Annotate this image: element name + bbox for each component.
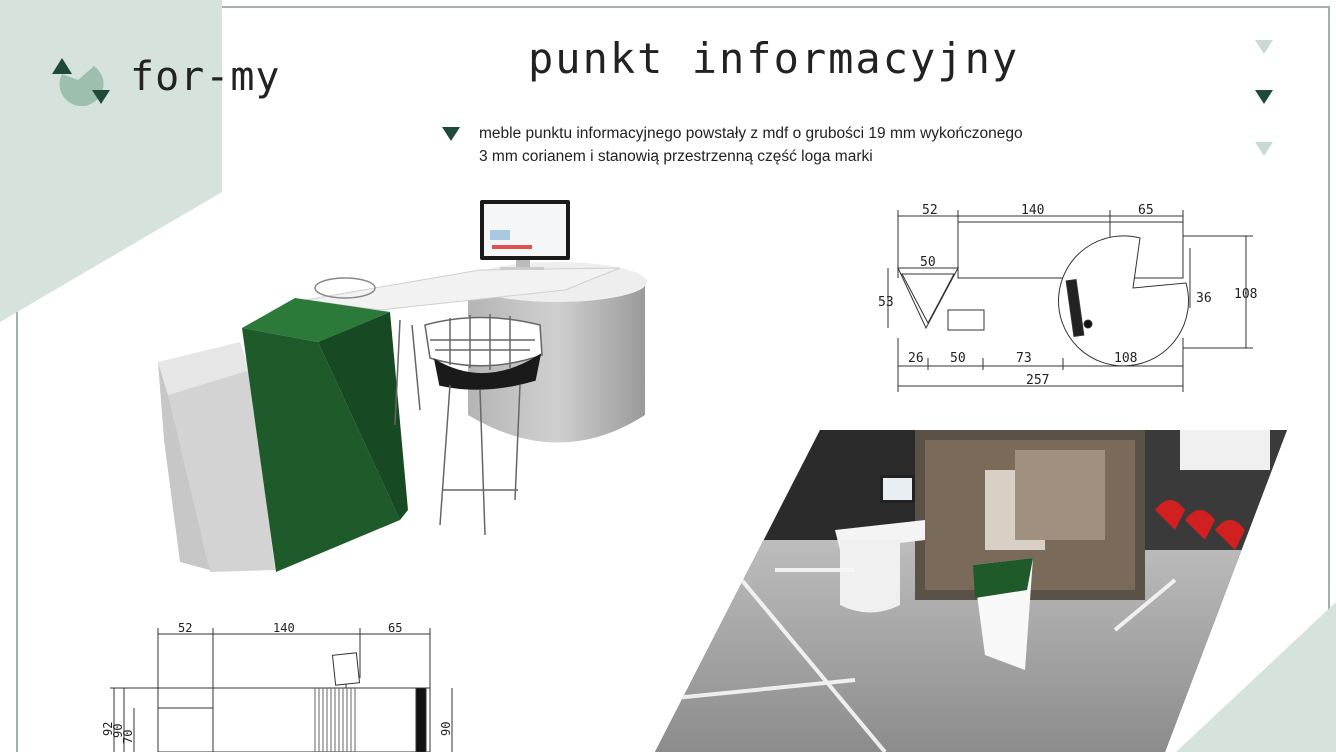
logo-icon — [52, 58, 110, 106]
nav-triangle-icon-3[interactable] — [1255, 142, 1273, 156]
dim-50: 50 — [920, 255, 936, 270]
dim-26: 26 — [908, 351, 924, 366]
frame-right-line — [1328, 6, 1330, 610]
furniture-render — [158, 200, 647, 572]
dim-108-bottom: 108 — [1114, 351, 1137, 366]
bullet-triangle-icon — [442, 127, 460, 141]
dim-73: 73 — [1016, 351, 1032, 366]
frame-top-line — [222, 6, 1330, 8]
dim-36: 36 — [1196, 291, 1212, 306]
dim-65: 65 — [1138, 203, 1154, 218]
nav-triangle-icon-1[interactable] — [1255, 40, 1273, 54]
dim-108: 108 — [1234, 287, 1257, 302]
description-line-2: 3 mm corianem i stanowią przestrzenną cz… — [479, 148, 873, 165]
top-plan-drawing: 52 140 65 50 53 36 108 26 50 73 108 257 — [878, 203, 1257, 392]
elev-dim-52: 52 — [178, 621, 192, 635]
elev-dim-70: 70 — [121, 730, 135, 744]
elev-dim-140: 140 — [273, 621, 295, 635]
description-line-1: meble punktu informacyjnego powstały z m… — [479, 125, 1023, 142]
elev-dim-65: 65 — [388, 621, 402, 635]
interior-render — [655, 430, 1287, 752]
dim-50-bottom: 50 — [950, 351, 966, 366]
page-title: punkt informacyjny — [528, 34, 1020, 83]
elev-dim-90-right: 90 — [439, 722, 453, 736]
front-elevation-drawing: 52 140 65 92 90 70 90 — [101, 621, 453, 752]
description: meble punktu informacyjnego powstały z m… — [479, 122, 1179, 168]
dim-257: 257 — [1026, 373, 1049, 388]
dim-140: 140 — [1021, 203, 1044, 218]
dim-53: 53 — [878, 295, 894, 310]
brand-name: for-my — [130, 54, 281, 100]
dim-52: 52 — [922, 203, 938, 218]
frame-left-line — [16, 300, 18, 752]
nav-triangle-icon-2[interactable] — [1255, 90, 1273, 104]
